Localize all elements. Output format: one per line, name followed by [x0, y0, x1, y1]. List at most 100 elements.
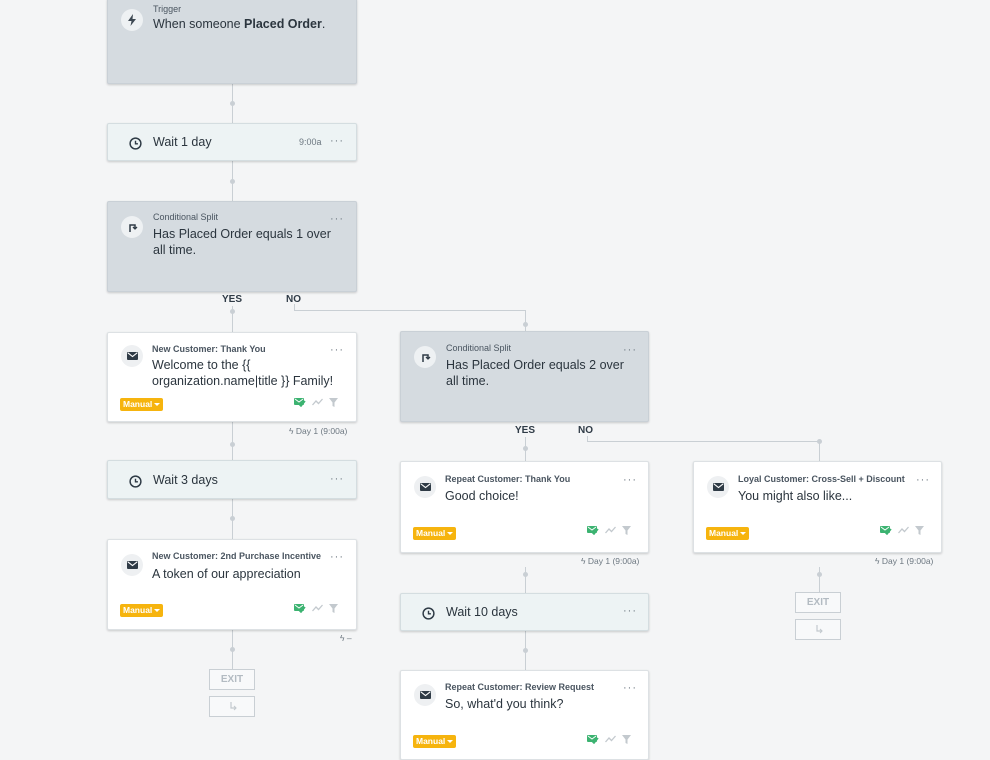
- connector-dot: [817, 439, 822, 444]
- filter-icon: [622, 525, 631, 535]
- lightning-icon: [121, 9, 143, 31]
- lightning-icon: ϟ: [875, 556, 882, 566]
- email-subject: A token of our appreciation: [152, 567, 301, 581]
- envelope-icon: [414, 476, 436, 498]
- trigger-label: Trigger: [153, 4, 182, 14]
- email-repeat-customer-thank-you[interactable]: Repeat Customer: Thank You ··· Good choi…: [400, 461, 649, 553]
- email-stats: [294, 603, 338, 613]
- envelope-icon: [121, 554, 143, 576]
- filter-icon: [329, 397, 338, 407]
- email-new-customer-thank-you[interactable]: New Customer: Thank You ··· Welcome to t…: [107, 332, 357, 422]
- connector: [294, 310, 525, 311]
- email-check-icon: [587, 735, 599, 744]
- split-icon: [414, 346, 436, 368]
- manual-badge[interactable]: Manual: [120, 604, 164, 617]
- trigger-card[interactable]: Trigger When someone Placed Order.: [107, 0, 357, 84]
- connector-dot: [230, 309, 235, 314]
- yes-branch-label: YES: [222, 294, 243, 305]
- split-condition: Has Placed Order equals 1 over all time.: [153, 227, 331, 257]
- connector-dot: [817, 572, 822, 577]
- email-stats: [587, 734, 631, 744]
- filter-icon: [329, 603, 338, 613]
- more-options-button[interactable]: ···: [623, 475, 637, 486]
- email-check-icon: [880, 526, 892, 535]
- schedule-label: ϟ Day 1 (9:00a): [581, 556, 640, 566]
- exit-node: EXIT: [209, 669, 255, 690]
- clock-icon: [124, 470, 146, 492]
- wait-1-day-card[interactable]: Wait 1 day 9:00a ···: [107, 123, 357, 161]
- envelope-icon: [121, 345, 143, 367]
- clock-icon: [124, 132, 146, 154]
- split-condition: Has Placed Order equals 2 over all time.: [446, 358, 624, 388]
- trend-icon: [312, 604, 323, 612]
- trigger-text: When someone Placed Order.: [153, 17, 326, 31]
- email-subject: So, what'd you think?: [445, 697, 564, 711]
- email-subject: You might also like...: [738, 489, 853, 503]
- split-icon: [121, 216, 143, 238]
- no-branch-label: NO: [286, 294, 301, 305]
- email-new-customer-2nd-purchase[interactable]: New Customer: 2nd Purchase Incentive ···…: [107, 539, 357, 630]
- wait-time: 9:00a: [299, 137, 322, 147]
- more-options-button[interactable]: ···: [623, 606, 637, 617]
- no-branch-label: NO: [578, 425, 593, 436]
- more-options-button[interactable]: ···: [916, 475, 930, 486]
- lightning-icon: ϟ: [581, 556, 588, 566]
- email-title: New Customer: Thank You: [152, 344, 266, 354]
- connector-dot: [230, 647, 235, 652]
- lightning-icon: ϟ: [340, 633, 347, 643]
- more-options-button[interactable]: ···: [330, 214, 344, 225]
- caret-down-icon: [447, 740, 454, 743]
- trend-icon: [898, 526, 909, 534]
- wait-label: Wait 3 days: [153, 473, 218, 487]
- more-options-button[interactable]: ···: [330, 552, 344, 563]
- more-options-button[interactable]: ···: [330, 136, 344, 147]
- exit-return-icon: [795, 619, 841, 640]
- conditional-split-2-card[interactable]: Conditional Split ··· Has Placed Order e…: [400, 331, 649, 422]
- split-label: Conditional Split: [153, 212, 219, 222]
- email-title: Repeat Customer: Review Request: [445, 682, 595, 692]
- schedule-label: ϟ Day 1 (9:00a): [875, 556, 934, 566]
- envelope-icon: [707, 476, 729, 498]
- exit-return-icon: [209, 696, 255, 717]
- connector-dot: [523, 322, 528, 327]
- exit-node: EXIT: [795, 592, 841, 613]
- caret-down-icon: [154, 403, 161, 406]
- email-stats: [294, 397, 338, 407]
- connector: [232, 422, 233, 460]
- trend-icon: [605, 735, 616, 743]
- manual-badge[interactable]: Manual: [706, 527, 750, 540]
- connector: [525, 567, 526, 593]
- connector-dot: [230, 101, 235, 106]
- connector-dot: [523, 446, 528, 451]
- split-label: Conditional Split: [446, 343, 512, 353]
- wait-3-days-card[interactable]: Wait 3 days ···: [107, 460, 357, 499]
- connector: [525, 310, 526, 331]
- more-options-button[interactable]: ···: [623, 683, 637, 694]
- connector: [819, 567, 820, 593]
- more-options-button[interactable]: ···: [330, 474, 344, 485]
- schedule-label: ϟ –: [340, 633, 352, 643]
- connector-dot: [230, 516, 235, 521]
- more-options-button[interactable]: ···: [330, 345, 344, 356]
- manual-badge[interactable]: Manual: [413, 527, 457, 540]
- more-options-button[interactable]: ···: [623, 345, 637, 356]
- email-subject: Good choice!: [445, 489, 519, 503]
- connector-dot: [523, 648, 528, 653]
- manual-badge[interactable]: Manual: [120, 398, 164, 411]
- conditional-split-1-card[interactable]: Conditional Split ··· Has Placed Order e…: [107, 201, 357, 292]
- email-title: Loyal Customer: Cross-Sell + Discount: [738, 474, 905, 484]
- connector: [819, 441, 820, 461]
- manual-badge[interactable]: Manual: [413, 735, 457, 748]
- envelope-icon: [414, 684, 436, 706]
- email-stats: [587, 525, 631, 535]
- connector-dot: [523, 572, 528, 577]
- wait-10-days-card[interactable]: Wait 10 days ···: [400, 593, 649, 631]
- trend-icon: [605, 526, 616, 534]
- email-loyal-customer-cross-sell[interactable]: Loyal Customer: Cross-Sell + Discount ··…: [693, 461, 942, 553]
- connector-dot: [230, 442, 235, 447]
- caret-down-icon: [447, 532, 454, 535]
- email-subject: Welcome to the {{ organization.name|titl…: [152, 358, 334, 388]
- yes-branch-label: YES: [515, 425, 536, 436]
- email-title: Repeat Customer: Thank You: [445, 474, 571, 484]
- clock-icon: [417, 602, 439, 624]
